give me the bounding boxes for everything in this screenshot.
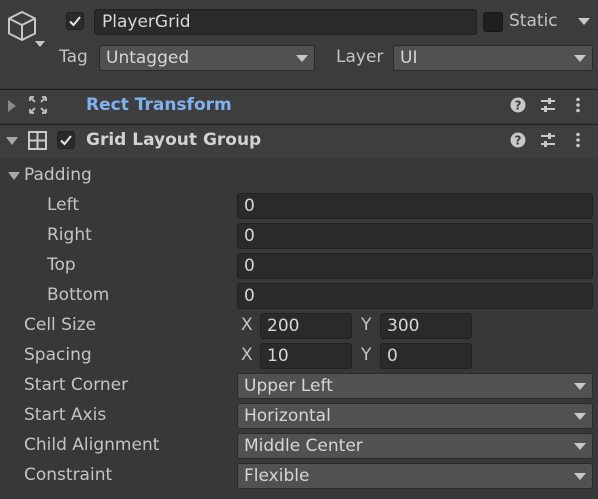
padding-right-field[interactable]: 0: [237, 223, 593, 249]
tag-caret-icon: [296, 54, 308, 62]
padding-bottom-field[interactable]: 0: [237, 283, 593, 309]
static-label: Static: [509, 11, 558, 31]
cell-size-x-value: 200: [267, 316, 300, 336]
tag-value: Untagged: [106, 48, 190, 68]
layer-dropdown[interactable]: UI: [393, 45, 593, 71]
spacing-label: Spacing: [24, 345, 92, 365]
object-name-field[interactable]: PlayerGrid: [94, 9, 477, 35]
start-corner-caret-icon: [574, 382, 586, 390]
static-dropdown-caret-icon[interactable]: [578, 18, 590, 25]
grid-layout-enabled-toggle[interactable]: [57, 131, 75, 149]
preset-icon[interactable]: [540, 132, 556, 148]
constraint-value: Flexible: [244, 466, 310, 486]
spacing-y-value: 0: [387, 346, 398, 366]
cell-size-x-label[interactable]: X: [241, 315, 253, 335]
start-axis-dropdown[interactable]: Horizontal: [237, 403, 593, 429]
cell-size-label: Cell Size: [24, 315, 97, 335]
constraint-caret-icon: [574, 472, 586, 480]
static-toggle[interactable]: [483, 12, 503, 32]
start-corner-dropdown[interactable]: Upper Left: [237, 373, 593, 399]
start-axis-caret-icon: [574, 412, 586, 420]
constraint-label: Constraint: [24, 465, 113, 485]
rect-transform-icon: [28, 95, 48, 115]
rect-transform-title: Rect Transform: [86, 95, 232, 115]
spacing-y-field[interactable]: 0: [380, 343, 472, 369]
padding-right-value: 0: [244, 226, 255, 246]
padding-left-value: 0: [244, 196, 255, 216]
grid-icon: [28, 131, 47, 150]
help-icon[interactable]: ?: [510, 97, 526, 113]
layer-value: UI: [400, 48, 418, 68]
start-axis-label: Start Axis: [24, 405, 107, 425]
start-corner-value: Upper Left: [244, 376, 333, 396]
cube-icon[interactable]: [5, 9, 39, 43]
spacing-x-label[interactable]: X: [241, 345, 253, 365]
help-icon[interactable]: ?: [510, 132, 526, 148]
padding-top-value: 0: [244, 256, 255, 276]
padding-left-field[interactable]: 0: [237, 193, 593, 219]
layer-caret-icon: [574, 54, 586, 62]
icon-dropdown-caret-icon[interactable]: [35, 41, 45, 47]
cell-size-y-value: 300: [387, 316, 420, 336]
layer-label: Layer: [336, 47, 384, 67]
tag-label: Tag: [59, 47, 88, 67]
padding-label: Padding: [24, 165, 92, 185]
active-toggle[interactable]: [66, 12, 84, 30]
cell-size-x-field[interactable]: 200: [260, 313, 352, 339]
svg-text:?: ?: [515, 99, 522, 113]
padding-foldout-icon[interactable]: [8, 172, 20, 180]
padding-top-label: Top: [47, 255, 76, 275]
spacing-x-field[interactable]: 10: [260, 343, 352, 369]
spacing-x-value: 10: [267, 346, 289, 366]
padding-bottom-value: 0: [244, 286, 255, 306]
padding-left-label: Left: [47, 195, 79, 215]
object-name-text: PlayerGrid: [102, 12, 191, 32]
child-alignment-dropdown[interactable]: Middle Center: [237, 433, 593, 459]
more-icon[interactable]: [574, 132, 582, 148]
child-alignment-value: Middle Center: [244, 436, 363, 456]
svg-text:?: ?: [515, 134, 522, 148]
cell-size-y-field[interactable]: 300: [380, 313, 472, 339]
padding-right-label: Right: [47, 225, 92, 245]
preset-icon[interactable]: [540, 97, 556, 113]
start-axis-value: Horizontal: [244, 406, 331, 426]
padding-top-field[interactable]: 0: [237, 253, 593, 279]
spacing-y-label[interactable]: Y: [361, 345, 371, 365]
padding-bottom-label: Bottom: [47, 285, 110, 305]
tag-dropdown[interactable]: Untagged: [99, 45, 315, 71]
constraint-dropdown[interactable]: Flexible: [237, 463, 593, 489]
cell-size-y-label[interactable]: Y: [361, 315, 371, 335]
grid-layout-group-title: Grid Layout Group: [86, 130, 262, 150]
start-corner-label: Start Corner: [24, 375, 129, 395]
more-icon[interactable]: [574, 97, 582, 113]
rect-transform-foldout-icon[interactable]: [8, 100, 16, 112]
grid-layout-foldout-icon[interactable]: [6, 137, 18, 145]
child-alignment-caret-icon: [574, 442, 586, 450]
child-alignment-label: Child Alignment: [24, 435, 160, 455]
